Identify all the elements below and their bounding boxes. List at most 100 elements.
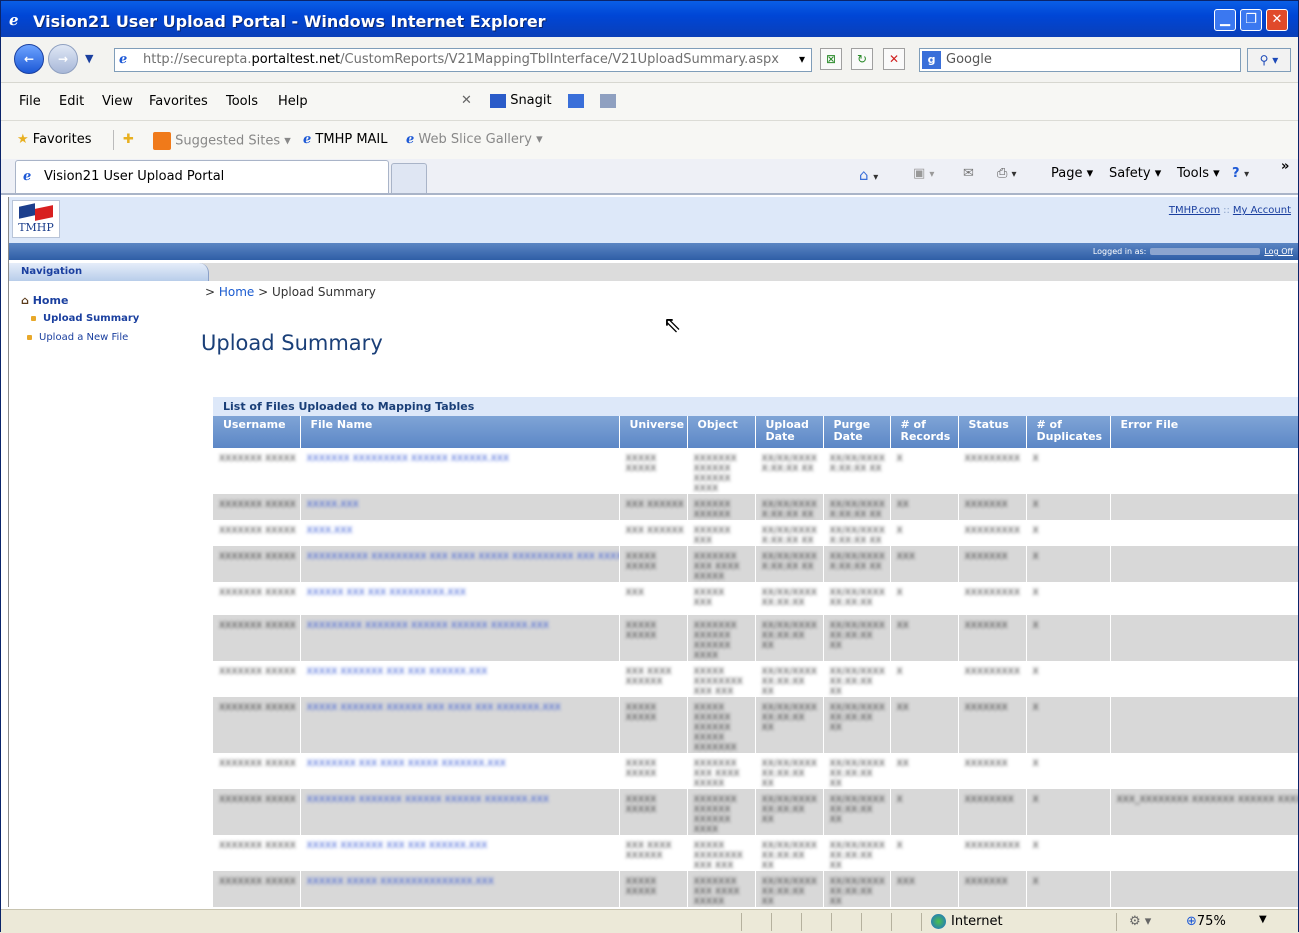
cell-purge-date-text: XX (829, 861, 842, 871)
cell-upload-date-text: X:XX:XX XX (761, 536, 814, 546)
cell-file-name[interactable]: XXXXXXXX XXXXXXX XXXXXX XXXXXX XXXXXXX.X… (300, 789, 620, 835)
snagit-close-icon[interactable]: ✕ (461, 93, 472, 108)
cell-file-name-text[interactable]: XXXXXXXX XXXXXXX XXXXXX XXXXXX XXXXXXX.X… (307, 795, 615, 805)
menu-favorites[interactable]: Favorites (149, 94, 208, 109)
tmhp-logo[interactable]: TMHP (12, 200, 60, 238)
new-tab-button[interactable] (391, 163, 427, 193)
cell-file-name[interactable]: XXXXXXXXXX XXXXXXXXX XXX XXXX XXXXX XXXX… (300, 546, 620, 582)
cell-file-name-text[interactable]: XXXXXXX XXXXXXXXX XXXXXX XXXXXX.XXX (307, 454, 615, 464)
table-row[interactable]: XXXXXXX XXXXX XXXXXX XXX XXX XXXXXXXXX.XX… (213, 582, 1298, 615)
menu-help[interactable]: Help (278, 94, 308, 109)
cell-purge-date-text: XX:XX:XX (829, 769, 873, 779)
snagit-button[interactable]: Snagit (510, 93, 551, 108)
cell-file-name-text[interactable]: XXXXXXXXXX XXXXXXXXX XXX XXXX XXXXX XXXX… (307, 552, 619, 562)
web-slice-gallery-link[interactable]: ℯ Web Slice Gallery ▾ (406, 132, 543, 147)
cell-file-name[interactable]: XXXXX XXXXXXX XXX XXX XXXXXX.XXX (300, 835, 620, 871)
menu-bar: File Edit View Favorites Tools Help ✕ Sn… (1, 83, 1298, 121)
suggested-sites-link[interactable]: Suggested Sites ▾ (153, 132, 291, 150)
print-icon[interactable]: ⎙ ▾ (997, 166, 1017, 181)
cell-object: XXXXXXX XXXXXX XXXXXX XXXX (687, 789, 756, 835)
minimize-button[interactable]: ▁ (1214, 9, 1236, 31)
table-row[interactable]: XXXXXXX XXXXX XXXX.XXX XXX XXXXXX XXXXXX XXX… (213, 520, 1298, 546)
table-row[interactable]: XXXXXXX XXXXX XXXXXXXX XXX XXXX XXXXX XXX… (213, 753, 1298, 789)
snagit-capture-icon[interactable] (567, 93, 584, 108)
cell-upload-date-text: X:XX:XX XX (761, 464, 814, 474)
search-input[interactable]: g Google (919, 48, 1241, 72)
cell-file-name[interactable]: XXXXXX XXX XXX XXXXXXXXX.XXX (300, 582, 620, 615)
read-mail-icon[interactable]: ✉ (963, 166, 974, 181)
table-row[interactable]: XXXXXXX XXXXX XXXXXXX XXXXXXXXX XXXXXX XX… (213, 448, 1298, 494)
cell-file-name[interactable]: XXXXXXXXX XXXXXXX XXXXXX XXXXXX XXXXXX.X… (300, 615, 620, 661)
more-chevron[interactable]: » (1281, 159, 1289, 174)
cell-file-name-text[interactable]: XXXXX XXXXXXX XXX XXX XXXXXX.XXX (307, 841, 615, 851)
maximize-button[interactable]: ❐ (1240, 9, 1262, 31)
tmhp-mail-link[interactable]: ℯ TMHP MAIL (303, 132, 388, 147)
tab-title: Vision21 User Upload Portal (44, 169, 225, 184)
cell-records-text: X (896, 588, 903, 598)
table-row[interactable]: XXXXXXX XXXXX XXXXXX XXXXX XXXXXXXXXXXXXX… (213, 871, 1298, 907)
cell-purge-date: XX/XX/XXXX XX:XX:XX (823, 582, 891, 615)
forward-button[interactable]: → (48, 44, 78, 74)
address-bar[interactable]: ℯ http://securepta.portaltest.net/Custom… (114, 48, 812, 72)
menu-edit[interactable]: Edit (59, 94, 84, 109)
table-row[interactable]: XXXXXXX XXXXX XXXXX XXXXXXX XXXXXX XXX XX… (213, 697, 1298, 753)
compatibility-view-icon[interactable]: ⊠ (820, 48, 842, 70)
protected-mode-icon[interactable]: ⚙ ▾ (1129, 914, 1151, 929)
cell-username: XXXXXXX XXXXX (213, 546, 301, 582)
close-window-button[interactable]: ✕ (1266, 9, 1288, 31)
table-row[interactable]: XXXXXXX XXXXX XXXXX.XXX XXX XXXXXX XXXXXX XX… (213, 494, 1298, 520)
zoom-dropdown[interactable]: ▼ (1259, 914, 1267, 925)
cell-file-name-text[interactable]: XXXXXX XXXXX XXXXXXXXXXXXXXX.XXX (307, 877, 615, 887)
nav-home-link[interactable]: ⌂ Home (21, 294, 68, 307)
stop-icon[interactable]: ✕ (883, 48, 905, 70)
cell-file-name-text[interactable]: XXXXX XXXXXXX XXXXXX XXX XXXX XXX XXXXXX… (307, 703, 615, 713)
snagit-icon (490, 93, 507, 108)
breadcrumb-home-link[interactable]: Home (219, 285, 254, 299)
cell-file-name-text[interactable]: XXXXXXXXX XXXXXXX XXXXXX XXXXXX XXXXXX.X… (307, 621, 615, 631)
cell-file-name[interactable]: XXXXXX XXXXX XXXXXXXXXXXXXXX.XXX (300, 871, 620, 907)
cell-file-name[interactable]: XXXX.XXX (300, 520, 620, 546)
cell-file-name[interactable]: XXXXXXX XXXXXXXXX XXXXXX XXXXXX.XXX (300, 448, 620, 494)
cell-universe-text: XXX XXXXXX (625, 500, 684, 510)
feeds-icon[interactable]: ▣ ▾ (913, 166, 934, 181)
address-dropdown-icon[interactable]: ▾ (791, 49, 813, 71)
menu-file[interactable]: File (19, 94, 41, 109)
favorites-button[interactable]: ★ Favorites (17, 132, 92, 147)
column-header-label: Object (697, 418, 738, 431)
back-button[interactable]: ← (14, 44, 44, 74)
menu-tools[interactable]: Tools (226, 94, 258, 109)
nav-upload-summary[interactable]: Upload Summary (31, 313, 139, 324)
add-favorite-icon[interactable]: ✚ (123, 132, 134, 147)
log-off-link[interactable]: Log Off (1264, 247, 1293, 256)
zoom-control[interactable]: ⊕75% (1186, 914, 1226, 929)
table-row[interactable]: XXXXXXX XXXXX XXXXXXXX XXXXXXX XXXXXX XXX… (213, 789, 1298, 835)
cell-file-name-text[interactable]: XXXX.XXX (307, 526, 615, 536)
cell-file-name[interactable]: XXXXXXXX XXX XXXX XXXXX XXXXXXX.XXX (300, 753, 620, 789)
my-account-link[interactable]: My Account (1233, 205, 1291, 216)
table-row[interactable]: XXXXXXX XXXXX XXXXX XXXXXXX XXX XXX XXXXX… (213, 835, 1298, 871)
cell-file-name-text[interactable]: XXXXXXXX XXX XXXX XXXXX XXXXXXX.XXX (307, 759, 615, 769)
table-row[interactable]: XXXXXXX XXXXX XXXXX XXXXXXX XXX XXX XXXXX… (213, 661, 1298, 697)
cell-file-name[interactable]: XXXXX XXXXXXX XXX XXX XXXXXX.XXX (300, 661, 620, 697)
tmhp-link[interactable]: TMHP.com (1169, 205, 1220, 216)
cell-file-name-text[interactable]: XXXXX XXXXXXX XXX XXX XXXXXX.XXX (307, 667, 615, 677)
cell-file-name-text[interactable]: XXXXX.XXX (307, 500, 615, 510)
search-button[interactable]: ⚲ ▾ (1247, 48, 1291, 72)
cell-file-name[interactable]: XXXXX XXXXXXX XXXXXX XXX XXXX XXX XXXXXX… (300, 697, 620, 753)
cell-file-name[interactable]: XXXXX.XXX (300, 494, 620, 520)
safety-menu[interactable]: Safety ▾ (1109, 166, 1161, 181)
recent-pages-dropdown[interactable]: ▼ (85, 52, 93, 65)
page-menu[interactable]: Page ▾ (1051, 166, 1093, 181)
table-row[interactable]: XXXXXXX XXXXX XXXXXXXXXX XXXXXXXXX XXX XX… (213, 546, 1298, 582)
tab-vision21[interactable]: ℯ Vision21 User Upload Portal (15, 160, 389, 193)
nav-upload-new-file[interactable]: Upload a New File (27, 332, 128, 343)
cell-file-name-text[interactable]: XXXXXX XXX XXX XXXXXXXXX.XXX (307, 588, 615, 598)
home-icon[interactable]: ⌂ ▾ (859, 166, 878, 184)
snagit-editor-icon[interactable] (599, 93, 616, 108)
menu-view[interactable]: View (102, 94, 133, 109)
refresh-icon[interactable]: ↻ (851, 48, 873, 70)
cell-duplicates-text: X (1032, 877, 1039, 887)
help-icon[interactable]: ? ▾ (1232, 166, 1249, 181)
table-row[interactable]: XXXXXXX XXXXX XXXXXXXXX XXXXXXX XXXXXX XX… (213, 615, 1298, 661)
tools-menu[interactable]: Tools ▾ (1177, 166, 1220, 181)
